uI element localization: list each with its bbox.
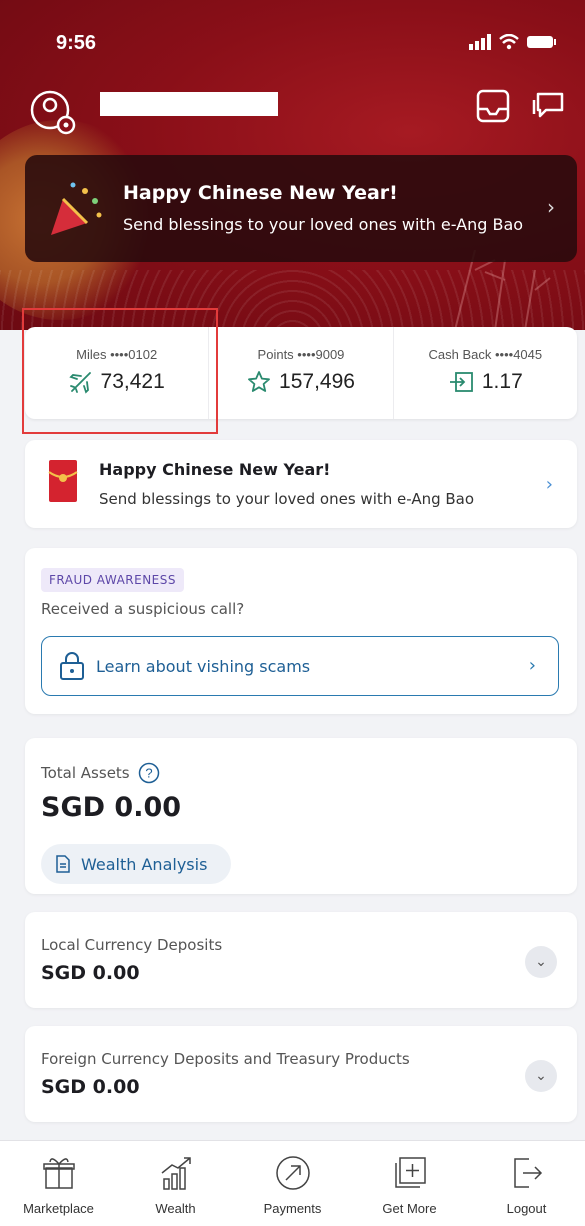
growth-chart-icon: [161, 1157, 191, 1190]
add-square-icon: [394, 1157, 426, 1188]
logout-icon: [513, 1158, 542, 1188]
bottom-nav: Marketplace Wealth Payments Get More Log…: [0, 1140, 585, 1226]
deposit-label: Foreign Currency Deposits and Treasury P…: [41, 1050, 410, 1068]
wealth-analysis-button[interactable]: Wealth Analysis: [41, 844, 231, 884]
local-deposits-card[interactable]: Local Currency Deposits SGD 0.00 ⌄: [25, 912, 577, 1008]
cashback-icon: [449, 372, 473, 392]
learn-vishing-label: Learn about vishing scams: [96, 657, 311, 676]
total-assets-amount: SGD 0.00: [41, 792, 182, 823]
svg-text:?: ?: [145, 766, 152, 781]
help-icon[interactable]: ?: [138, 762, 160, 784]
chevron-right-icon: ›: [545, 474, 553, 495]
deposit-label: Local Currency Deposits: [41, 936, 223, 954]
reward-label: Cash Back ••••4045: [428, 347, 543, 362]
promo-subtitle: Send blessings to your loved ones with e…: [123, 215, 524, 234]
total-assets-label: Total Assets: [41, 764, 130, 782]
party-popper-icon: [51, 182, 102, 235]
promo-card-cny[interactable]: Happy Chinese New Year! Send blessings t…: [25, 440, 577, 528]
profile-settings-icon[interactable]: [30, 88, 78, 136]
nav-label: Marketplace: [23, 1201, 94, 1216]
chevron-right-icon: ›: [528, 655, 536, 676]
gift-icon: [42, 1158, 75, 1189]
wifi-icon: [499, 34, 519, 50]
deposit-amount: SGD 0.00: [41, 962, 140, 984]
bamboo-illustration: [454, 250, 551, 330]
fraud-badge: FRAUD AWARENESS: [41, 568, 184, 592]
promo-title: Happy Chinese New Year!: [123, 182, 398, 204]
reward-value: 157,496: [279, 370, 355, 393]
hero-banner: 9:56 Happy Chinese New Year! Send blessi…: [0, 0, 585, 330]
nav-payments[interactable]: Payments: [234, 1141, 351, 1226]
nav-marketplace[interactable]: Marketplace: [0, 1141, 117, 1226]
nav-logout[interactable]: Logout: [468, 1141, 585, 1226]
foreign-deposits-card[interactable]: Foreign Currency Deposits and Treasury P…: [25, 1026, 577, 1122]
red-packet-icon: [48, 460, 78, 502]
signal-icon: [469, 34, 491, 50]
highlight-box: [22, 308, 218, 434]
chevron-down-icon[interactable]: ⌄: [525, 1060, 557, 1092]
chevron-down-icon[interactable]: ⌄: [525, 946, 557, 978]
total-assets-card: Total Assets ? SGD 0.00 Wealth Analysis: [25, 738, 577, 894]
wealth-analysis-label: Wealth Analysis: [81, 854, 208, 874]
status-bar: 9:56: [0, 28, 585, 58]
chat-icon[interactable]: [530, 88, 566, 124]
promo-banner-cny[interactable]: Happy Chinese New Year! Send blessings t…: [25, 155, 577, 262]
reward-points[interactable]: Points ••••9009 157,496: [208, 327, 392, 419]
fraud-question: Received a suspicious call?: [41, 600, 245, 618]
promo-title: Happy Chinese New Year!: [99, 460, 331, 479]
payments-icon: [275, 1156, 310, 1190]
nav-label: Payments: [263, 1201, 322, 1216]
reward-cashback[interactable]: Cash Back ••••4045 1.17: [392, 327, 577, 419]
chevron-right-icon: ›: [547, 195, 555, 219]
nav-wealth[interactable]: Wealth: [117, 1141, 234, 1226]
username-redacted: [100, 92, 278, 116]
clock: 9:56: [56, 32, 97, 54]
nav-label: Get More: [382, 1201, 437, 1216]
star-icon: [248, 371, 270, 392]
reward-label: Points ••••9009: [257, 347, 345, 362]
nav-get-more[interactable]: Get More: [351, 1141, 468, 1226]
inbox-icon[interactable]: [475, 88, 511, 124]
battery-icon: [527, 36, 556, 48]
nav-label: Wealth: [155, 1201, 196, 1216]
deposit-amount: SGD 0.00: [41, 1076, 140, 1098]
lock-icon: [60, 652, 84, 680]
document-icon: [56, 855, 70, 873]
learn-vishing-button[interactable]: Learn about vishing scams ›: [41, 636, 559, 696]
nav-label: Logout: [506, 1201, 547, 1216]
reward-value: 1.17: [481, 370, 523, 393]
fraud-awareness-card: FRAUD AWARENESS Received a suspicious ca…: [25, 548, 577, 714]
promo-subtitle: Send blessings to your loved ones with e…: [99, 490, 475, 508]
